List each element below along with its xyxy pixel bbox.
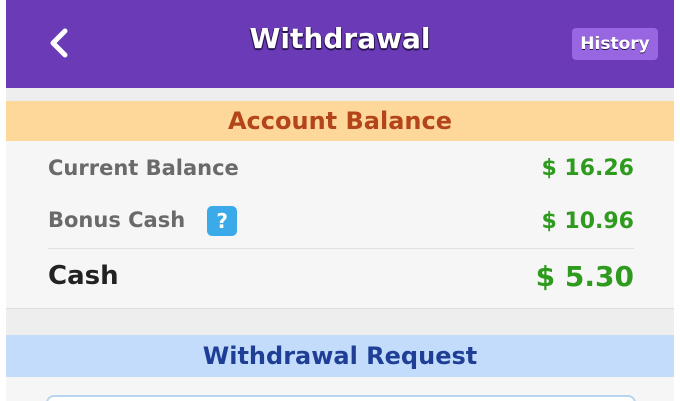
history-button[interactable]: History [572,28,658,60]
cash-label: Cash [48,261,119,291]
top-bar: Withdrawal History [6,0,674,88]
help-icon[interactable]: ? [207,206,238,236]
bonus-cash-label: Bonus Cash [48,208,186,232]
app-frame: Withdrawal History Account Balance Curre… [6,0,674,401]
request-form-field[interactable] [46,395,636,401]
cash-value: $ 5.30 [535,259,634,293]
bonus-cash-value: $ 10.96 [541,208,634,234]
account-balance-title: Account Balance [6,101,674,141]
current-balance-label: Current Balance [48,156,239,180]
bonus-cash-row: Bonus Cash? $ 10.96 [48,203,634,239]
current-balance-value: $ 16.26 [541,155,634,181]
balance-divider [48,248,634,249]
cash-row: Cash $ 5.30 [48,255,634,297]
withdrawal-request-title: Withdrawal Request [6,335,674,377]
bonus-cash-label-wrap: Bonus Cash? [48,206,238,236]
current-balance-row: Current Balance $ 16.26 [48,151,634,185]
withdrawal-request-card: Withdrawal Request [6,335,674,401]
account-balance-card: Account Balance Current Balance $ 16.26 … [6,101,674,309]
